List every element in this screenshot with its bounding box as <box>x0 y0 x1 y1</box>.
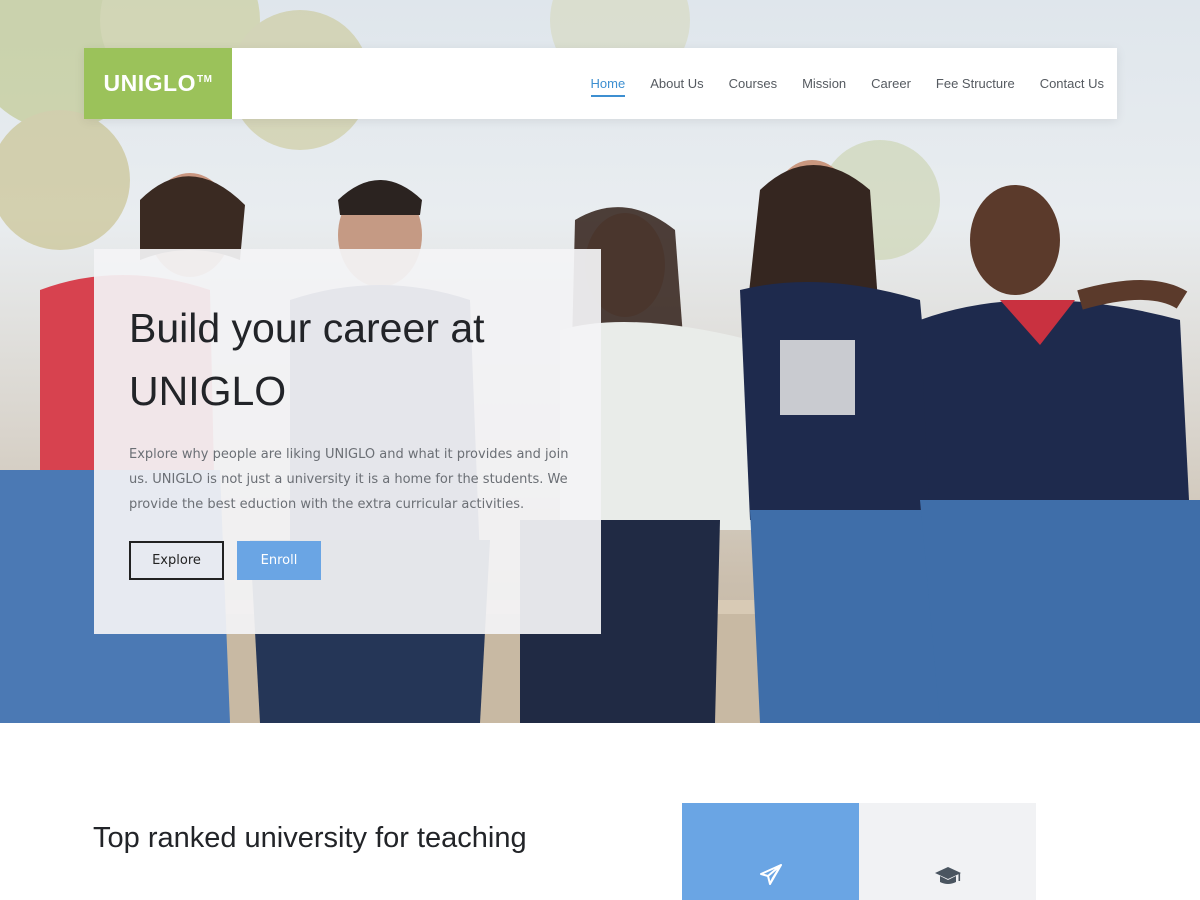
hero-description: Explore why people are liking UNIGLO and… <box>129 447 569 512</box>
nav-item-about-us[interactable]: About Us <box>650 72 703 95</box>
nav-item-fee-structure[interactable]: Fee Structure <box>936 72 1015 95</box>
nav-item-contact-us[interactable]: Contact Us <box>1040 72 1104 95</box>
navbar: UNIGLO TM Home About Us Courses Mission C… <box>84 48 1117 119</box>
trademark-mark: TM <box>197 74 213 85</box>
enroll-button[interactable]: Enroll <box>237 541 321 580</box>
section-title: Top ranked university for teaching <box>93 822 527 854</box>
nav-item-career[interactable]: Career <box>871 72 911 95</box>
feature-tile-send[interactable] <box>682 803 859 900</box>
hero-title: Build your career at UNIGLO <box>129 305 485 414</box>
nav-item-home[interactable]: Home <box>590 72 625 97</box>
graduation-cap-icon <box>934 867 961 884</box>
nav-item-courses[interactable]: Courses <box>729 72 777 95</box>
logo-text: UNIGLO <box>103 70 196 96</box>
logo[interactable]: UNIGLO TM <box>84 48 232 119</box>
hero-card: Build your career at UNIGLO Explore why … <box>94 249 601 634</box>
explore-button[interactable]: Explore <box>129 541 224 580</box>
nav-links: Home About Us Courses Mission Career Fee… <box>566 48 1104 119</box>
feature-tile-education[interactable] <box>859 803 1036 900</box>
nav-item-mission[interactable]: Mission <box>802 72 846 95</box>
paper-plane-icon <box>759 864 782 885</box>
